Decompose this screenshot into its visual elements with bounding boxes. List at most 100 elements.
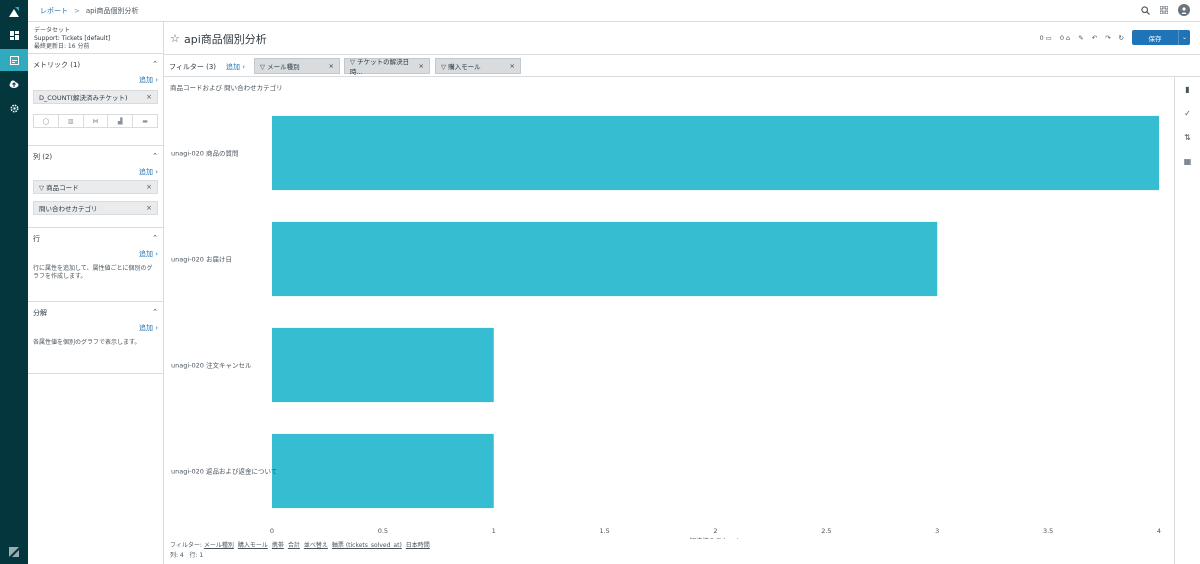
bar-3[interactable]	[272, 433, 494, 509]
x-tick-label-2: 1	[492, 527, 496, 535]
footer-filters: フィルター: メール種別 購入モール 携帯 合計 並べ替え 軸票 (tickets_sol…	[170, 541, 434, 551]
x-tick-label-7: 3.5	[1043, 527, 1053, 535]
footer-cols: 列: 4	[170, 552, 184, 559]
chevron-down-icon: ⌄	[1181, 34, 1188, 41]
footer-filter-item[interactable]: 合計	[288, 542, 300, 549]
undo-icon[interactable]: ↶	[1092, 34, 1097, 42]
title-bar: ☆ api商品個別分析 0 ▭ 0 ⌂ ✎ ↶ ↷ ↻ 保存 ⌄	[164, 22, 1200, 55]
vis-tab-2[interactable]: ▥	[59, 115, 84, 127]
dataset-info: データセット Support: Tickets [default] 最終更新日:…	[28, 22, 163, 54]
comments-count: 0	[1039, 33, 1044, 42]
format-brush-icon[interactable]: ✓	[1175, 101, 1200, 125]
footer-rows: 行: 1	[189, 552, 204, 559]
bar-chart: unagi-020 商品の質問 unagi-020 お届け日 unagi-020 注…	[171, 115, 1161, 539]
cloud-upload-icon	[9, 80, 19, 88]
breadcrumb-current: api商品個別分析	[85, 7, 139, 15]
columns-add-link[interactable]: 追加 ›	[33, 167, 158, 177]
save-button[interactable]: 保存	[1132, 30, 1178, 45]
footer-filter-item[interactable]: 購入モール	[238, 542, 268, 549]
column-pill[interactable]: 問い合わせカテゴリ ×	[33, 201, 158, 215]
x-tick-label-3: 1.5	[599, 527, 609, 535]
edit-icon[interactable]: ✎	[1078, 34, 1083, 42]
vis-tab-5[interactable]: ▬	[133, 115, 157, 127]
report-main: ☆ api商品個別分析 0 ▭ 0 ⌂ ✎ ↶ ↷ ↻ 保存 ⌄ フィルター (…	[164, 22, 1200, 564]
filter-pill[interactable]: ▽ メール種別 ×	[254, 58, 340, 74]
footer-filter-item[interactable]: メール種別	[204, 542, 234, 549]
remove-icon[interactable]: ×	[329, 62, 334, 70]
explore-logo-icon	[9, 7, 19, 17]
bar-0[interactable]	[272, 115, 1159, 191]
rows-section: 行 ⌃ 追加 › 行に属性を追加して、属性値ごとに個別のグラフを作成します。	[28, 228, 163, 302]
nav-datasets[interactable]	[0, 73, 28, 95]
chart-type-icon[interactable]: ▮	[1175, 77, 1200, 101]
vis-tab-4[interactable]: ▟	[108, 115, 134, 127]
comment-icon: ▭	[1045, 33, 1052, 42]
x-axis-label: 解決済みチケット	[690, 536, 742, 539]
gear-icon	[9, 103, 19, 113]
breadcrumb-parent[interactable]: レポート	[40, 7, 68, 15]
calculator-icon[interactable]: ▦	[1175, 149, 1200, 173]
zendesk-logo-icon	[9, 547, 19, 557]
vis-tab-1[interactable]: ◯	[34, 115, 59, 127]
metric-pill[interactable]: D_COUNT(解決済みチケット) ×	[33, 90, 158, 104]
bar-1[interactable]	[272, 221, 938, 297]
reports-icon	[9, 55, 19, 65]
columns-title: 列 (2)	[33, 153, 53, 161]
collapse-icon[interactable]: ⌃	[152, 60, 158, 70]
metrics-add-link[interactable]: 追加 ›	[33, 75, 158, 85]
comments-counter[interactable]: 0 ▭	[1039, 34, 1051, 42]
apps-grid-icon[interactable]	[1160, 6, 1168, 14]
rows-title: 行	[33, 235, 40, 243]
x-tick-label-5: 2.5	[821, 527, 831, 535]
sort-icon[interactable]: ⇅	[1175, 125, 1200, 149]
category-label-1: unagi-020 お届け日	[171, 256, 232, 264]
footer-filter-item[interactable]: 日本時間	[406, 542, 430, 549]
vis-tab-3[interactable]: ⋈	[84, 115, 109, 127]
user-icon	[1181, 6, 1187, 14]
remove-icon[interactable]: ×	[146, 183, 152, 191]
title-actions: 0 ▭ 0 ⌂ ✎ ↶ ↷ ↻ 保存 ⌄	[1039, 30, 1190, 45]
x-tick-label-4: 2	[713, 527, 717, 535]
breakdown-section: 分解 ⌃ 追加 › 各属性値を個別のグラフで表示します。	[28, 302, 163, 374]
redo-icon[interactable]: ↷	[1105, 34, 1110, 42]
x-tick-label-1: 0.5	[378, 527, 388, 535]
report-title[interactable]: api商品個別分析	[184, 31, 267, 47]
save-dropdown-button[interactable]: ⌄	[1178, 30, 1190, 45]
nav-settings[interactable]	[0, 97, 28, 119]
filter-bar: フィルター (3) 追加 › ▽ メール種別 × ▽ チケットの解決日時... × …	[164, 55, 1200, 77]
breadcrumb-separator: >	[74, 7, 80, 15]
bar-2[interactable]	[272, 327, 494, 403]
refresh-icon[interactable]: ↻	[1119, 34, 1124, 42]
category-label-3: unagi-020 返品および返金について	[171, 467, 277, 476]
nav-dashboard[interactable]	[0, 24, 28, 46]
filter-pill-label: 購入モール	[448, 63, 481, 71]
footer-filter-item[interactable]: 軸票 (tickets_solved_at)	[332, 542, 402, 549]
remove-icon[interactable]: ×	[510, 62, 515, 70]
star-icon[interactable]: ☆	[170, 32, 180, 45]
filter-pill[interactable]: ▽ チケットの解決日時... ×	[344, 58, 430, 76]
visualization-tabs: ◯ ▥ ⋈ ▟ ▬	[33, 114, 158, 128]
nav-reports[interactable]	[0, 49, 28, 71]
filter-pill-label: メール種別	[267, 63, 300, 71]
remove-icon[interactable]: ×	[146, 204, 152, 212]
remove-icon[interactable]: ×	[146, 93, 152, 101]
footer-filter-item[interactable]: 並べ替え	[304, 542, 328, 549]
column-pill[interactable]: ▽ 商品コード ×	[33, 180, 158, 194]
tags-counter[interactable]: 0 ⌂	[1060, 34, 1070, 42]
dataset-label: データセット	[34, 27, 71, 34]
rows-add-link[interactable]: 追加 ›	[33, 249, 158, 259]
footer-filter-item[interactable]: 携帯	[272, 542, 284, 549]
tag-icon: ⌂	[1066, 33, 1071, 42]
metrics-title: メトリック (1)	[33, 61, 81, 69]
chart-title: 商品コードおよび 問い合わせカテゴリ	[170, 84, 283, 92]
dataset-name[interactable]: Support: Tickets [default]	[34, 35, 157, 43]
filters-add-link[interactable]: 追加 ›	[226, 62, 245, 72]
filter-pill[interactable]: ▽ 購入モール ×	[435, 58, 521, 74]
metrics-section: メトリック (1) ⌃ 追加 › D_COUNT(解決済みチケット) × ◯ ▥ ⋈…	[28, 54, 163, 146]
user-avatar[interactable]	[1178, 4, 1190, 16]
breadcrumb: レポート > api商品個別分析	[40, 6, 139, 16]
breakdown-add-link[interactable]: 追加 ›	[33, 323, 158, 333]
remove-icon[interactable]: ×	[419, 62, 424, 70]
search-icon[interactable]	[1141, 5, 1150, 15]
panel-scrollbar[interactable]	[156, 76, 162, 564]
